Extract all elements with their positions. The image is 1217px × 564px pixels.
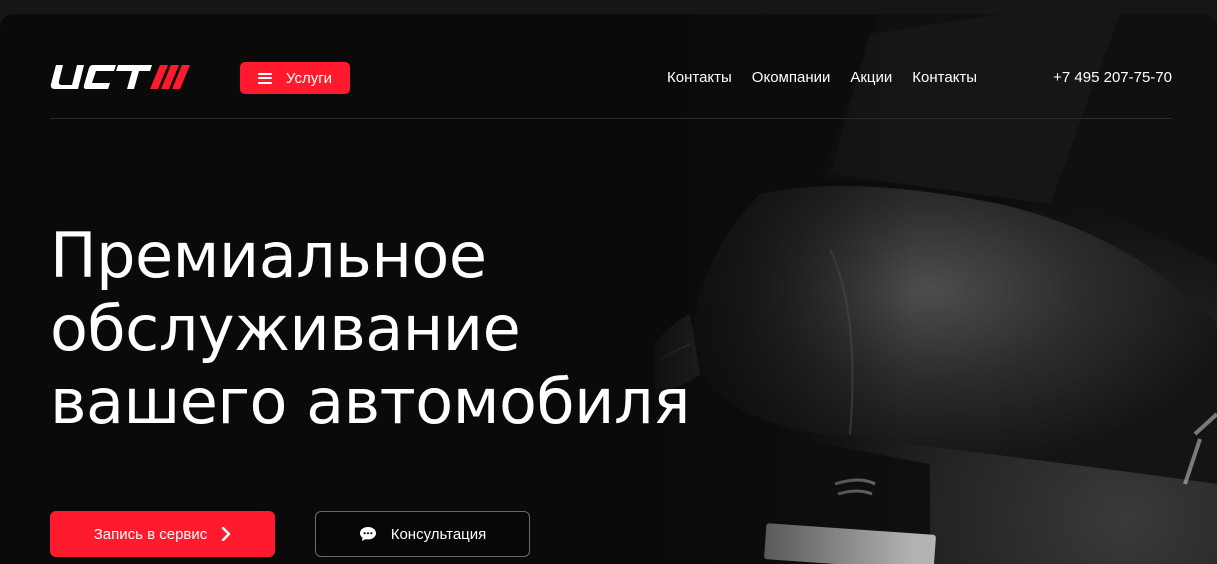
chevron-right-icon	[222, 527, 231, 541]
book-service-button[interactable]: Запись в сервис	[50, 511, 275, 557]
services-button-label: Услуги	[285, 69, 333, 87]
nav-item-about[interactable]: Окомпании	[752, 69, 831, 86]
main-nav: Контакты Окомпании Акции Контакты	[667, 69, 977, 86]
services-menu-button[interactable]: Услуги	[240, 62, 350, 94]
chat-bubble-icon	[359, 527, 376, 541]
book-service-label: Запись в сервис	[93, 525, 208, 543]
hero-section: Услуги Контакты Окомпании Акции Контакты…	[0, 14, 1217, 564]
site-header: Услуги Контакты Окомпании Акции Контакты…	[50, 14, 1172, 119]
hero-headline: Премиальное обслуживание вашего автомоби…	[50, 219, 690, 438]
phone-link[interactable]: +7 495 207-75-70	[1053, 69, 1172, 86]
headline-line-3: вашего автомобиля	[50, 365, 690, 438]
headline-line-2: обслуживание	[50, 292, 521, 365]
consultation-label: Консультация	[390, 525, 487, 543]
consultation-button[interactable]: Консультация	[315, 511, 530, 557]
brand-logo[interactable]	[50, 61, 192, 93]
nav-item-contacts-2[interactable]: Контакты	[912, 69, 977, 86]
nav-item-contacts[interactable]: Контакты	[667, 69, 732, 86]
menu-icon	[257, 72, 272, 84]
page: Услуги Контакты Окомпании Акции Контакты…	[0, 0, 1217, 564]
headline-line-1: Премиальное	[50, 219, 487, 292]
nav-item-promotions[interactable]: Акции	[850, 69, 892, 86]
